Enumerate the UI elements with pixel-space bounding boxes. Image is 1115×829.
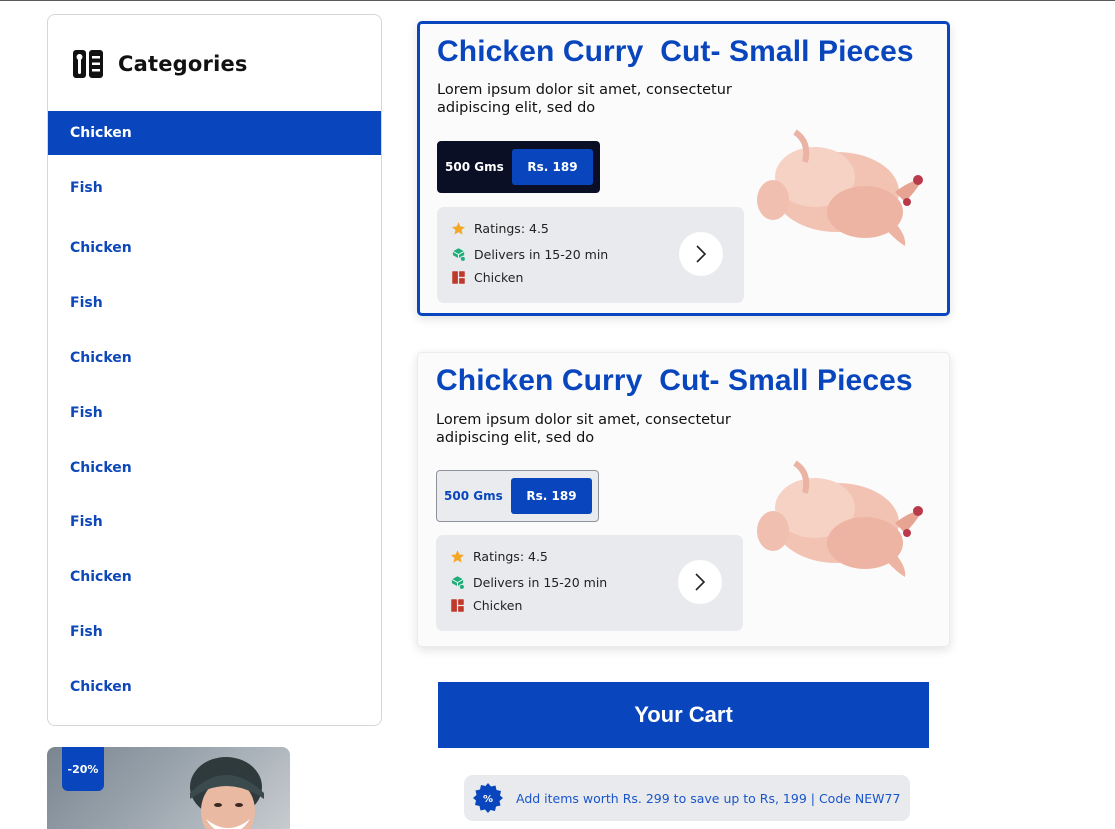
category-row: Chicken	[451, 270, 523, 285]
rating-row: Ratings: 4.5	[451, 221, 549, 236]
category-item[interactable]: Fish	[48, 385, 381, 440]
sidebar-header: Categories	[72, 49, 248, 79]
product-description: Lorem ipsum dolor sit amet, consectetur …	[437, 82, 732, 116]
chevron-right-icon	[695, 573, 706, 591]
category-item[interactable]: Chicken	[48, 331, 381, 386]
top-divider	[0, 0, 1115, 1]
category-item[interactable]: Fish	[48, 155, 381, 221]
discount-badge: -20%	[62, 747, 104, 791]
category-item[interactable]: Chicken	[48, 550, 381, 605]
cube-icon	[451, 576, 465, 590]
your-cart-button[interactable]: Your Cart	[438, 682, 929, 748]
category-row: Chicken	[450, 598, 522, 613]
delivery-text: Delivers in 15-20 min	[474, 247, 609, 262]
category-icon	[452, 271, 465, 284]
weight-label: 500 Gms	[444, 489, 503, 503]
discount-badge-icon: %	[473, 783, 503, 813]
chicken-image	[757, 460, 923, 577]
svg-text:%: %	[483, 794, 493, 805]
sidebar-title: Categories	[118, 52, 248, 76]
product-title: Chicken Curry Cut- Small Pieces	[436, 364, 913, 397]
product-description: Lorem ipsum dolor sit amet, consectetur …	[436, 412, 731, 446]
category-text: Chicken	[473, 598, 523, 613]
view-product-button[interactable]	[678, 560, 722, 604]
offer-text: Add items worth Rs. 299 to save up to Rs…	[516, 790, 901, 806]
product-info-box: Ratings: 4.5 Delivers in 15-20 min Chick…	[437, 207, 744, 303]
price-button[interactable]: Rs. 189	[511, 478, 592, 514]
weight-selector[interactable]: 500 Gms Rs. 189	[436, 470, 599, 522]
category-item[interactable]: Chicken	[48, 221, 381, 276]
delivery-row: Delivers in 15-20 min	[450, 575, 607, 590]
category-item[interactable]: Fish	[48, 276, 381, 331]
price-button[interactable]: Rs. 189	[512, 149, 593, 185]
promo-person-image	[190, 757, 264, 829]
category-icon	[451, 599, 464, 612]
chicken-image	[757, 129, 923, 246]
rating-text: Ratings: 4.5	[473, 549, 548, 564]
menu-book-icon	[72, 49, 104, 79]
star-icon	[451, 550, 464, 563]
view-product-button[interactable]	[679, 232, 723, 276]
chevron-right-icon	[696, 245, 707, 263]
category-text: Chicken	[474, 270, 524, 285]
category-item[interactable]: Chicken	[48, 659, 381, 714]
delivery-text: Delivers in 15-20 min	[473, 575, 608, 590]
weight-selector[interactable]: 500 Gms Rs. 189	[437, 141, 600, 193]
promo-banner[interactable]: -20%	[47, 747, 290, 829]
category-item[interactable]: Fish	[48, 605, 381, 660]
category-item[interactable]: Fish	[48, 495, 381, 550]
category-item[interactable]: Chicken	[48, 440, 381, 495]
star-icon	[452, 222, 465, 235]
weight-label: 500 Gms	[445, 160, 504, 174]
rating-text: Ratings: 4.5	[474, 221, 549, 236]
cube-icon	[452, 248, 466, 262]
categories-sidebar: Categories Chicken Fish Chicken Fish Chi…	[47, 14, 382, 726]
product-card-selected[interactable]: Chicken Curry Cut- Small Pieces Lorem ip…	[417, 21, 950, 316]
product-info-box: Ratings: 4.5 Delivers in 15-20 min Chick…	[436, 535, 743, 631]
delivery-row: Delivers in 15-20 min	[451, 247, 608, 262]
category-item-active[interactable]: Chicken	[48, 111, 381, 155]
product-card[interactable]: Chicken Curry Cut- Small Pieces Lorem ip…	[417, 352, 950, 647]
rating-row: Ratings: 4.5	[450, 549, 548, 564]
product-title: Chicken Curry Cut- Small Pieces	[437, 35, 914, 68]
category-list: Chicken Fish Chicken Fish Chicken Fish C…	[48, 111, 381, 714]
offer-banner[interactable]: % Add items worth Rs. 299 to save up to …	[464, 775, 910, 821]
